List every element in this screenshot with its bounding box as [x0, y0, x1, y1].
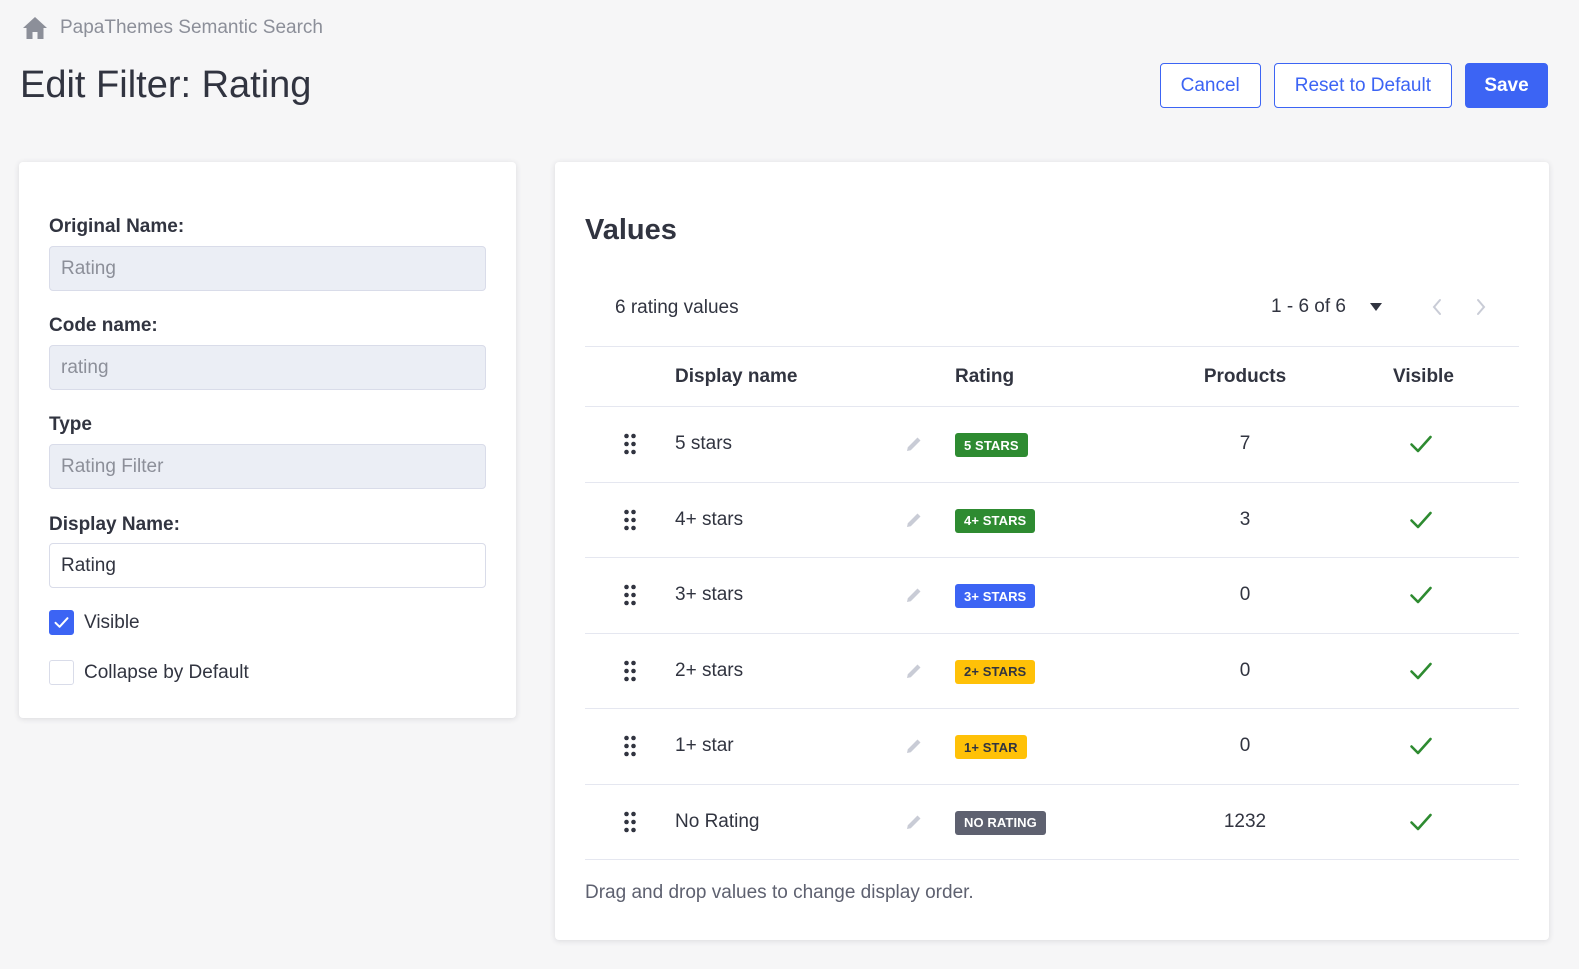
visible-check-icon — [1409, 811, 1433, 833]
drag-handle-icon[interactable] — [623, 584, 637, 606]
row-products-count: 0 — [1239, 659, 1251, 681]
table-row[interactable]: No Rating NO RATING 1232 — [585, 785, 1519, 860]
table-toolbar: 6 rating values 1 - 6 of 6 — [585, 287, 1519, 347]
visible-checkbox[interactable] — [49, 610, 74, 635]
breadcrumb-link[interactable]: PapaThemes Semantic Search — [60, 17, 323, 39]
collapse-by-default-label: Collapse by Default — [84, 661, 249, 683]
drag-drop-hint: Drag and drop values to change display o… — [585, 882, 974, 903]
original-name-label: Original Name: — [49, 216, 185, 237]
caret-down-icon[interactable] — [1368, 299, 1384, 315]
edit-pencil-icon[interactable] — [905, 511, 923, 529]
values-card: Values 6 rating values 1 - 6 of 6 Displa… — [555, 162, 1549, 940]
rating-badge: 1+ STAR — [955, 735, 1027, 759]
column-header-display-name[interactable]: Display name — [675, 366, 798, 388]
header-actions: Cancel Reset to Default Save — [1159, 63, 1548, 108]
checkmark-icon — [54, 617, 69, 628]
visible-label: Visible — [84, 611, 140, 633]
column-header-visible[interactable]: Visible — [1393, 366, 1454, 388]
rating-badge: 3+ STARS — [955, 584, 1036, 608]
column-header-products[interactable]: Products — [1145, 366, 1345, 388]
edit-pencil-icon[interactable] — [905, 737, 923, 755]
row-products-count: 3 — [1239, 508, 1251, 530]
table-body: 5 stars 5 STARS 7 4+ stars 4+ STARS 3 3+… — [585, 407, 1519, 860]
rating-badge: 2+ STARS — [955, 659, 1036, 684]
row-products-count: 1232 — [1223, 810, 1267, 832]
values-table: Display name Rating Products Visible 5 s… — [585, 346, 1519, 860]
filter-settings-card: Original Name: Rating Code name: rating … — [19, 162, 516, 718]
page-title: Edit Filter: Rating — [20, 64, 312, 106]
reset-to-default-button[interactable]: Reset to Default — [1273, 63, 1452, 108]
row-products-count: 0 — [1239, 584, 1251, 605]
row-products-count: 0 — [1239, 735, 1251, 756]
values-title: Values — [585, 214, 677, 246]
type-label: Type — [49, 414, 92, 435]
collapse-checkbox-row[interactable]: Collapse by Default — [49, 660, 249, 685]
edit-pencil-icon[interactable] — [905, 662, 923, 680]
page-range: 1 - 6 of 6 — [1271, 296, 1346, 317]
type-field: Rating Filter — [49, 444, 486, 489]
edit-pencil-icon[interactable] — [905, 586, 923, 604]
drag-handle-icon[interactable] — [623, 811, 637, 833]
row-display-name: 4+ stars — [675, 508, 744, 530]
table-row[interactable]: 5 stars 5 STARS 7 — [585, 407, 1519, 483]
pagination: 1 - 6 of 6 — [1271, 296, 1490, 318]
breadcrumb: PapaThemes Semantic Search — [22, 16, 323, 40]
row-display-name: 2+ stars — [675, 659, 744, 681]
row-display-name: 3+ stars — [675, 584, 744, 605]
drag-handle-icon[interactable] — [623, 433, 637, 455]
original-name-value: Rating — [61, 257, 116, 279]
code-name-field: rating — [49, 345, 486, 390]
edit-pencil-icon[interactable] — [905, 435, 923, 453]
row-display-name: 1+ star — [675, 735, 734, 756]
table-row[interactable]: 1+ star 1+ STAR 0 — [585, 709, 1519, 785]
drag-handle-icon[interactable] — [623, 509, 637, 531]
column-header-rating[interactable]: Rating — [955, 366, 1014, 388]
rating-badge: NO RATING — [955, 810, 1046, 835]
visible-check-icon — [1409, 433, 1433, 455]
drag-handle-icon[interactable] — [623, 660, 637, 682]
type-value: Rating Filter — [61, 455, 164, 477]
table-row[interactable]: 2+ stars 2+ STARS 0 — [585, 634, 1519, 709]
display-name-input[interactable] — [49, 543, 486, 588]
row-products-count: 7 — [1239, 433, 1251, 454]
values-count: 6 rating values — [615, 297, 739, 318]
cancel-button[interactable]: Cancel — [1159, 63, 1261, 108]
rating-badge: 5 STARS — [955, 433, 1028, 457]
visible-checkbox-row[interactable]: Visible — [49, 610, 140, 635]
home-icon[interactable] — [22, 16, 48, 40]
row-display-name: No Rating — [675, 810, 760, 832]
collapse-by-default-checkbox[interactable] — [49, 660, 74, 685]
row-display-name: 5 stars — [675, 433, 733, 454]
drag-handle-icon[interactable] — [623, 735, 637, 757]
visible-check-icon — [1409, 660, 1433, 682]
save-button[interactable]: Save — [1465, 63, 1548, 108]
original-name-field: Rating — [49, 246, 486, 291]
edit-pencil-icon[interactable] — [905, 813, 923, 831]
table-header: Display name Rating Products Visible — [585, 346, 1519, 407]
visible-check-icon — [1409, 735, 1433, 757]
table-row[interactable]: 3+ stars 3+ STARS 0 — [585, 558, 1519, 634]
rating-badge: 4+ STARS — [955, 508, 1036, 533]
visible-check-icon — [1409, 584, 1433, 606]
code-name-label: Code name: — [49, 315, 158, 336]
table-row[interactable]: 4+ stars 4+ STARS 3 — [585, 483, 1519, 558]
visible-check-icon — [1409, 509, 1433, 531]
chevron-right-icon[interactable] — [1472, 297, 1490, 317]
chevron-left-icon[interactable] — [1428, 297, 1446, 317]
code-name-value: rating — [61, 356, 109, 378]
display-name-label: Display Name: — [49, 514, 180, 535]
